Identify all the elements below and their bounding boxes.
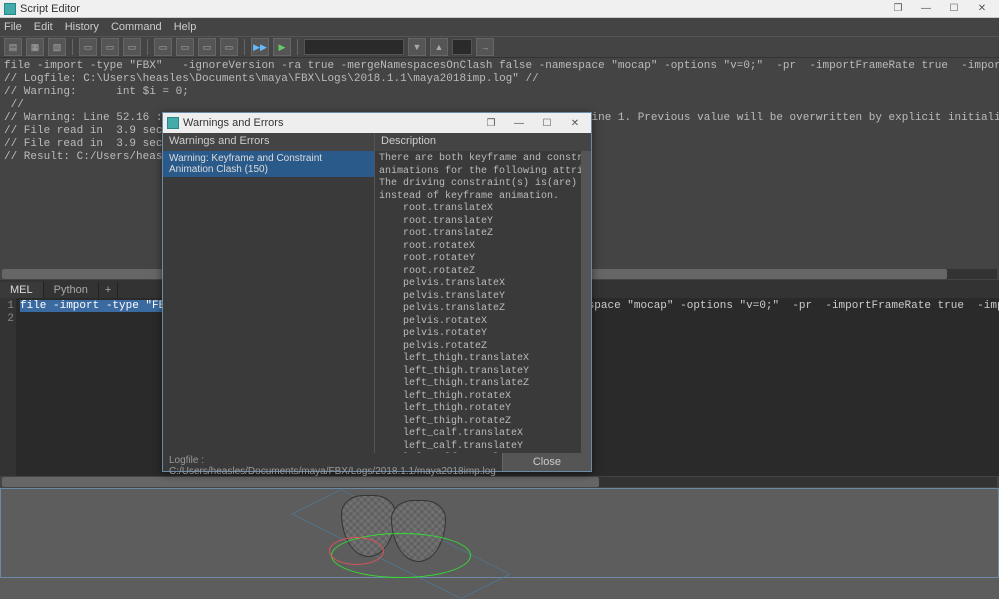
maximize-icon[interactable]: ☐ — [941, 2, 967, 16]
menu-history[interactable]: History — [65, 21, 99, 33]
dialog-maximize-icon[interactable]: ☐ — [535, 116, 559, 130]
menubar: File Edit History Command Help — [0, 18, 999, 36]
toolbar: ▤ ▦ ▧ ▭ ▭ ▭ ▭ ▭ ▭ ▭ ▶▶ ▶ ▼ ▲ → — [0, 36, 999, 58]
search-up-icon[interactable]: ▲ — [430, 38, 448, 56]
goto-field[interactable] — [452, 39, 472, 55]
dialog-minimize-icon[interactable]: — — [507, 116, 531, 130]
menu-file[interactable]: File — [4, 21, 22, 33]
history-on-icon[interactable]: ▭ — [154, 38, 172, 56]
menu-edit[interactable]: Edit — [34, 21, 53, 33]
clear-history-icon[interactable]: ▭ — [123, 38, 141, 56]
dialog-title: Warnings and Errors — [183, 117, 475, 129]
window-title: Script Editor — [20, 3, 881, 15]
clear-icon[interactable]: ▭ — [101, 38, 119, 56]
description-pane[interactable]: There are both keyframe and constraint a… — [375, 151, 591, 453]
restore-icon[interactable]: ❐ — [885, 2, 911, 16]
warnings-list[interactable]: Warning: Keyframe and Constraint Animati… — [163, 151, 375, 453]
column-headers: Warnings and Errors Description — [163, 133, 591, 151]
search-field[interactable] — [304, 39, 404, 55]
logfile-path: Logfile : C:/Users/heasles/Documents/may… — [163, 453, 502, 471]
tab-python[interactable]: Python — [44, 282, 99, 298]
menu-command[interactable]: Command — [111, 21, 162, 33]
separator — [297, 39, 298, 55]
menu-help[interactable]: Help — [174, 21, 197, 33]
dialog-footer: Logfile : C:/Users/heasles/Documents/may… — [163, 453, 591, 471]
minimize-icon[interactable]: — — [913, 2, 939, 16]
history-off-icon[interactable]: ▭ — [176, 38, 194, 56]
execute-icon[interactable]: ▶▶ — [251, 38, 269, 56]
app-icon — [4, 3, 16, 15]
close-icon[interactable]: ✕ — [969, 2, 995, 16]
col-description[interactable]: Description — [375, 133, 591, 151]
viewport[interactable] — [0, 488, 999, 578]
close-button[interactable]: Close — [502, 453, 591, 471]
line-numbers-icon[interactable]: ▭ — [220, 38, 238, 56]
separator — [147, 39, 148, 55]
dialog-titlebar[interactable]: Warnings and Errors ❐ — ☐ ✕ — [163, 113, 591, 133]
save-all-icon[interactable]: ▧ — [48, 38, 66, 56]
open-icon[interactable]: ▤ — [4, 38, 22, 56]
gutter: 12 — [0, 298, 16, 488]
tab-add[interactable]: + — [99, 282, 118, 298]
save-icon[interactable]: ▦ — [26, 38, 44, 56]
dialog-close-icon[interactable]: ✕ — [563, 116, 587, 130]
tab-mel[interactable]: MEL — [0, 282, 44, 298]
character-mesh — [341, 495, 461, 570]
input-hscroll[interactable] — [0, 476, 999, 488]
app-icon — [167, 117, 179, 129]
warnings-errors-dialog: Warnings and Errors ❐ — ☐ ✕ Warnings and… — [162, 112, 592, 472]
separator — [72, 39, 73, 55]
search-down-icon[interactable]: ▼ — [408, 38, 426, 56]
col-warnings[interactable]: Warnings and Errors — [163, 133, 375, 151]
goto-icon[interactable]: → — [476, 38, 494, 56]
separator — [244, 39, 245, 55]
titlebar: Script Editor ❐ — ☐ ✕ — [0, 0, 999, 18]
dialog-restore-icon[interactable]: ❐ — [479, 116, 503, 130]
execute-all-icon[interactable]: ▶ — [273, 38, 291, 56]
source-icon[interactable]: ▭ — [79, 38, 97, 56]
warning-row[interactable]: Warning: Keyframe and Constraint Animati… — [163, 151, 374, 177]
echo-icon[interactable]: ▭ — [198, 38, 216, 56]
